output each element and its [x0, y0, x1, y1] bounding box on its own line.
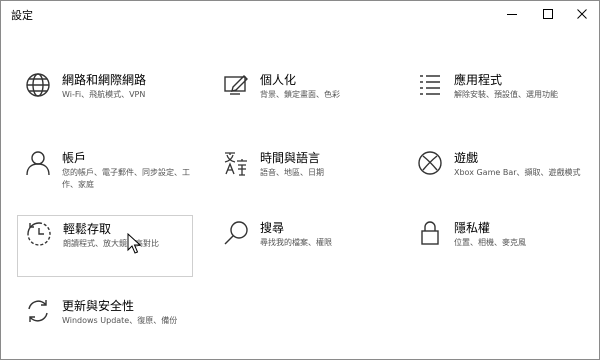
- tile-privacy[interactable]: 隱私權 位置、相機、麥克風: [409, 215, 585, 275]
- tile-personalization[interactable]: 個人化 背景、鎖定畫面、色彩: [215, 67, 391, 127]
- minimize-icon: [507, 14, 517, 15]
- person-icon: [25, 150, 51, 176]
- tile-label: 輕鬆存取: [63, 222, 112, 236]
- maximize-icon: [543, 9, 553, 19]
- minimize-button[interactable]: [495, 1, 529, 27]
- tile-description: 背景、鎖定畫面、色彩: [260, 90, 340, 99]
- close-icon: [577, 9, 587, 19]
- tile-description: Windows Update、復原、備份: [62, 316, 178, 325]
- tile-label: 隱私權: [454, 221, 491, 235]
- tile-description: 您的帳戶、電子郵件、同步設定、工作、家庭: [62, 168, 190, 189]
- tile-label: 應用程式: [454, 73, 503, 87]
- tile-label: 帳戶: [62, 151, 87, 165]
- apps-list-icon: [417, 72, 443, 98]
- xbox-icon: [417, 150, 443, 176]
- personalization-icon: [223, 72, 249, 98]
- tile-ease-of-access[interactable]: 輕鬆存取 朗讀程式、放大鏡、高對比: [17, 215, 193, 277]
- tile-search[interactable]: 搜尋 尋找我的檔案、權限: [215, 215, 391, 275]
- close-button[interactable]: [565, 1, 599, 27]
- time-language-icon: [223, 150, 249, 176]
- tile-label: 個人化: [260, 73, 297, 87]
- tile-network[interactable]: 網路和網際網路 Wi-Fi、飛航模式、VPN: [17, 67, 193, 127]
- tile-description: 尋找我的檔案、權限: [260, 238, 332, 247]
- window-title: 設定: [11, 9, 33, 22]
- tile-apps[interactable]: 應用程式 解除安裝、預設值、選用功能: [409, 67, 585, 127]
- title-bar[interactable]: 設定: [1, 1, 599, 27]
- tile-description: 位置、相機、麥克風: [454, 238, 526, 247]
- tile-label: 時間與語言: [260, 151, 321, 165]
- tile-gaming[interactable]: 遊戲 Xbox Game Bar、擷取、遊戲模式: [409, 145, 585, 205]
- globe-icon: [25, 72, 51, 98]
- lock-icon: [417, 220, 443, 246]
- tile-label: 遊戲: [454, 151, 479, 165]
- tile-description: 語音、地區、日期: [260, 168, 324, 177]
- tile-description: 解除安裝、預設值、選用功能: [454, 90, 558, 99]
- tile-update-security[interactable]: 更新與安全性 Windows Update、復原、備份: [17, 293, 193, 353]
- tile-time-language[interactable]: 時間與語言 語音、地區、日期: [215, 145, 391, 205]
- sync-icon: [25, 298, 51, 324]
- tile-label: 更新與安全性: [62, 299, 135, 313]
- maximize-button[interactable]: [531, 1, 565, 27]
- mouse-cursor-icon: [127, 233, 142, 254]
- ease-of-access-icon: [26, 221, 52, 247]
- settings-window: 設定 網路和網際網路 Wi-Fi、飛航模式、VPN 個人化 背景、鎖定畫面、色彩…: [0, 0, 600, 360]
- tile-label: 搜尋: [260, 221, 285, 235]
- search-icon: [223, 220, 249, 246]
- tile-accounts[interactable]: 帳戶 您的帳戶、電子郵件、同步設定、工作、家庭: [17, 145, 193, 205]
- tile-description: Wi-Fi、飛航模式、VPN: [62, 90, 146, 99]
- tile-description: Xbox Game Bar、擷取、遊戲模式: [454, 168, 581, 177]
- tile-label: 網路和網際網路: [62, 73, 147, 87]
